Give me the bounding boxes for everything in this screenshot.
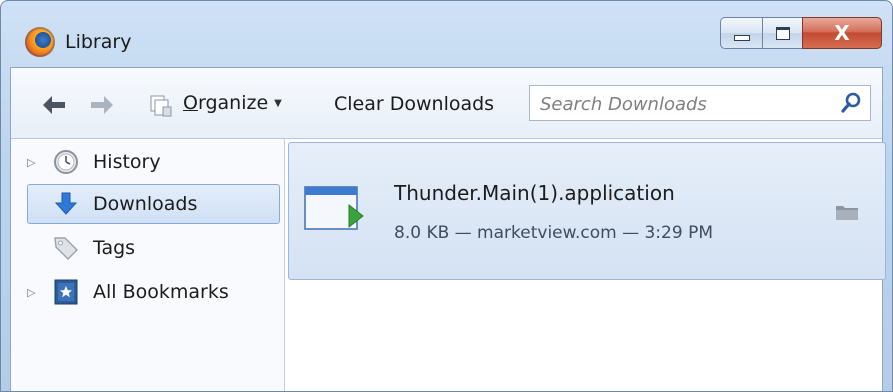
expand-twisty-icon[interactable]: ▷ <box>27 156 35 169</box>
search-box[interactable] <box>529 85 871 121</box>
firefox-icon <box>25 27 55 57</box>
download-file-name: Thunder.Main(1).application <box>394 181 675 205</box>
library-sidebar: ▷ History Downloads Tags ▷ All Bookmarks <box>11 139 285 391</box>
sidebar-item-label: All Bookmarks <box>93 281 229 303</box>
chevron-down-icon: ▼ <box>274 97 282 109</box>
sidebar-item-tags[interactable]: Tags <box>11 228 283 268</box>
sidebar-item-history[interactable]: ▷ History <box>11 142 283 182</box>
organize-icon <box>149 94 173 118</box>
download-item[interactable]: Thunder.Main(1).application 8.0 KB — mar… <box>288 142 886 280</box>
sidebar-item-label: Tags <box>93 237 136 259</box>
downloads-list: Thunder.Main(1).application 8.0 KB — mar… <box>285 139 886 391</box>
download-arrow-icon <box>53 191 79 217</box>
organize-label: rganize <box>197 92 269 114</box>
back-arrow-icon[interactable] <box>41 94 67 120</box>
window-title: Library <box>65 31 132 53</box>
open-folder-icon[interactable] <box>835 203 859 221</box>
maximize-button[interactable] <box>762 17 802 49</box>
forward-arrow-icon[interactable] <box>89 94 115 120</box>
clear-downloads-button[interactable]: Clear Downloads <box>334 93 494 115</box>
search-icon[interactable] <box>840 92 862 114</box>
clock-icon <box>53 149 79 175</box>
sidebar-item-label: History <box>93 151 161 173</box>
library-client-area: Organize ▼ Clear Downloads ▷ <box>10 67 886 391</box>
sidebar-item-all-bookmarks[interactable]: ▷ All Bookmarks <box>11 272 283 312</box>
caption-buttons: X <box>720 17 882 51</box>
sidebar-item-downloads[interactable]: Downloads <box>27 184 280 224</box>
minimize-icon <box>733 34 750 41</box>
bookmark-star-icon <box>53 279 79 305</box>
toolbar: Organize ▼ Clear Downloads <box>11 68 882 139</box>
expand-twisty-icon[interactable]: ▷ <box>27 286 35 299</box>
search-input[interactable] <box>538 90 832 118</box>
download-file-details: 8.0 KB — marketview.com — 3:29 PM <box>394 223 713 243</box>
library-window: Library X O rganize ▼ Clear Downloads Se… <box>0 0 893 392</box>
close-button[interactable]: X <box>802 17 882 49</box>
organize-menu-button[interactable]: Organize ▼ <box>183 92 282 114</box>
tag-icon <box>53 235 79 261</box>
sidebar-item-label: Downloads <box>93 193 198 215</box>
organize-accesskey: O <box>183 92 198 114</box>
minimize-button[interactable] <box>720 17 762 49</box>
application-file-icon <box>303 183 365 235</box>
close-icon: X <box>834 21 850 45</box>
title-bar[interactable]: Library X <box>1 1 892 67</box>
maximize-icon <box>775 26 790 40</box>
